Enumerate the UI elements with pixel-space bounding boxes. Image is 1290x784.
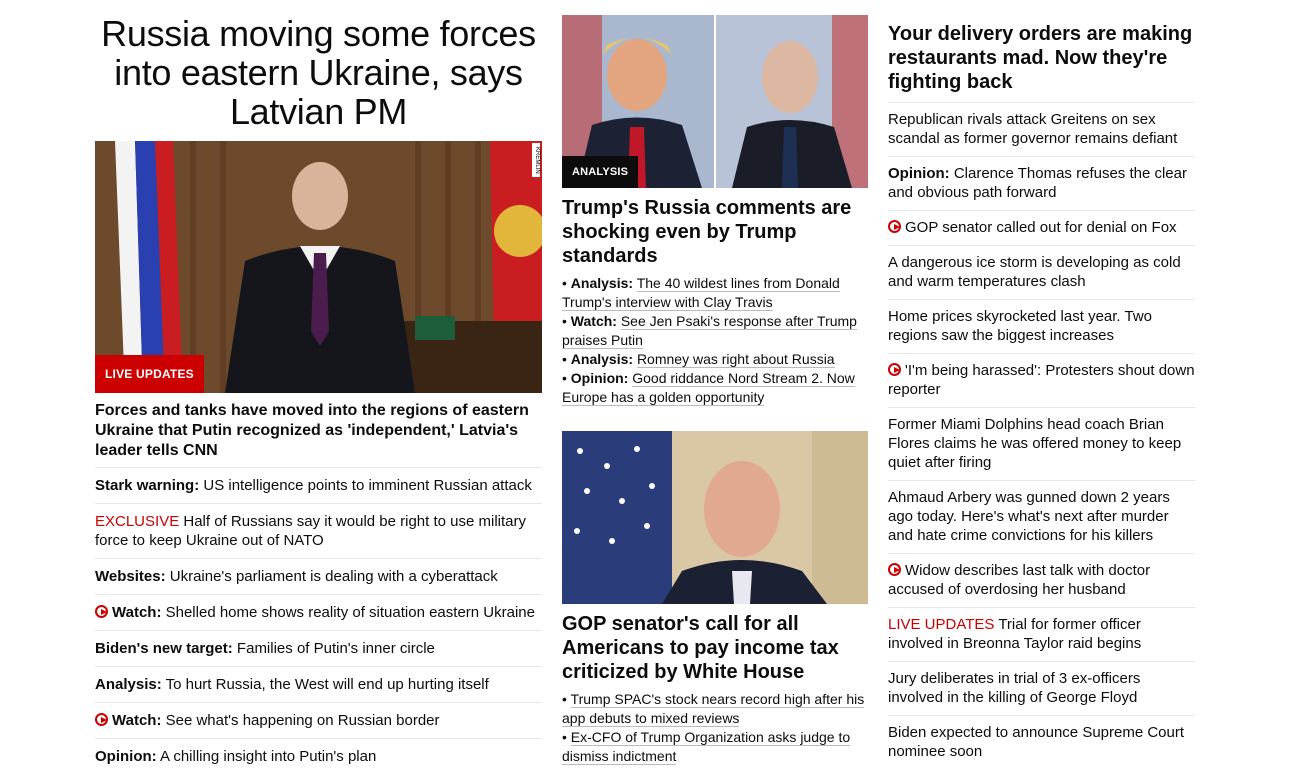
item-label: Watch: [112,712,162,729]
list-item[interactable]: • Analysis: Romney was right about Russi… [562,350,868,369]
item-text: A dangerous ice storm is developing as c… [888,254,1181,290]
item-text: Ex-CFO of Trump Organization asks judge … [562,729,851,765]
list-item[interactable]: • Ex-CFO of Trump Organization asks judg… [562,728,868,766]
headlines-list: Republican rivals attack Greitens on sex… [888,102,1195,769]
item-text: Ukraine's parliament is dealing with a c… [165,568,498,585]
list-item[interactable]: A dangerous ice storm is developing as c… [888,245,1195,299]
item-text: 'I'm being harassed': Protesters shout d… [888,362,1195,398]
item-label: Opinion: [888,165,950,182]
item-text: US intelligence points to imminent Russi… [199,477,532,494]
item-text: Families of Putin's inner circle [232,640,435,657]
trump-putin-image[interactable]: ANALYSIS [562,15,868,188]
senator-photo [562,431,868,604]
list-item[interactable]: • Analysis: The 40 wildest lines from Do… [562,274,868,312]
item-text: Shelled home shows reality of situation … [161,604,535,621]
list-item[interactable]: Former Miami Dolphins head coach Brian F… [888,407,1195,480]
live-updates-badge: LIVE UPDATES [95,355,204,393]
list-item[interactable]: GOP senator called out for denial on Fox [888,210,1195,245]
senator-related-list: • Trump SPAC's stock nears record high a… [562,690,868,766]
play-video-icon [888,563,901,576]
item-label: Stark warning: [95,477,200,494]
list-item[interactable]: Biden expected to announce Supreme Court… [888,715,1195,769]
item-label: Websites: [95,568,166,585]
lead-image[interactable]: KREMLIN LIVE UPDATES [95,141,542,393]
play-video-icon [888,220,901,233]
item-text: A chilling insight into Putin's plan [156,748,377,765]
item-label: Watch: [570,313,617,329]
item-label: Opinion: [95,748,157,765]
list-item[interactable]: Ahmaud Arbery was gunned down 2 years ag… [888,480,1195,553]
list-item[interactable]: EXCLUSIVE Half of Russians say it would … [95,503,542,558]
middle-column: ANALYSIS Trump's Russia comments are sho… [562,0,868,766]
gop-senator-headline[interactable]: GOP senator's call for all Americans to … [562,612,868,684]
item-text: See what's happening on Russian border [161,712,440,729]
list-item[interactable]: Watch: See what's happening on Russian b… [95,702,542,738]
list-item[interactable]: Biden's new target: Families of Putin's … [95,630,542,666]
list-item[interactable]: Home prices skyrocketed last year. Two r… [888,299,1195,353]
item-text: Jury deliberates in trial of 3 ex-office… [888,670,1141,706]
lead-description[interactable]: Forces and tanks have moved into the reg… [95,401,542,461]
senator-image[interactable] [562,431,868,604]
exclusive-label: EXCLUSIVE [95,513,180,530]
list-item[interactable]: Opinion: Clarence Thomas refuses the cle… [888,156,1195,210]
delivery-orders-headline[interactable]: Your delivery orders are making restaura… [888,22,1195,94]
play-video-icon [95,605,108,618]
right-column: Your delivery orders are making restaura… [888,0,1195,769]
list-item[interactable]: Analysis: To hurt Russia, the West will … [95,666,542,702]
list-item[interactable]: Watch: Shelled home shows reality of sit… [95,594,542,630]
list-item[interactable]: LIVE UPDATES Trial for former officer in… [888,607,1195,661]
analysis-badge: ANALYSIS [562,156,639,188]
item-text: Home prices skyrocketed last year. Two r… [888,308,1152,344]
item-text: Widow describes last talk with doctor ac… [888,562,1151,598]
live-updates-label: LIVE UPDATES [888,616,995,633]
item-text: To hurt Russia, the West will end up hur… [161,676,489,693]
list-item[interactable]: Stark warning: US intelligence points to… [95,467,542,503]
list-item[interactable]: Opinion: A chilling insight into Putin's… [95,738,542,774]
item-label: Opinion: [570,370,629,386]
list-item[interactable]: 'I'm being harassed': Protesters shout d… [888,353,1195,407]
trump-related-list: • Analysis: The 40 wildest lines from Do… [562,274,868,407]
play-video-icon [888,363,901,376]
item-text: Ahmaud Arbery was gunned down 2 years ag… [888,489,1170,544]
item-label: Analysis: [95,676,162,693]
item-label: Watch: [112,604,162,621]
list-item[interactable]: • Trump SPAC's stock nears record high a… [562,690,868,728]
item-text: GOP senator called out for denial on Fox [905,219,1177,236]
item-label: Analysis: [570,351,634,367]
item-text: Biden expected to announce Supreme Court… [888,724,1185,760]
list-item[interactable]: Websites: Ukraine's parliament is dealin… [95,558,542,594]
list-item[interactable]: Republican rivals attack Greitens on sex… [888,102,1195,156]
trump-russia-headline[interactable]: Trump's Russia comments are shocking eve… [562,196,868,268]
item-text: Romney was right about Russia [636,351,835,368]
item-text: Republican rivals attack Greitens on sex… [888,111,1178,147]
item-label: Biden's new target: [95,640,233,657]
lead-related-list: Stark warning: US intelligence points to… [95,467,542,774]
item-text: Trump SPAC's stock nears record high aft… [562,691,865,727]
list-item[interactable]: Jury deliberates in trial of 3 ex-office… [888,661,1195,715]
lead-headline[interactable]: Russia moving some forces into eastern U… [95,14,542,131]
item-label: Analysis: [570,275,634,291]
play-video-icon [95,713,108,726]
image-credit: KREMLIN [532,143,540,177]
list-item[interactable]: • Opinion: Good riddance Nord Stream 2. … [562,369,868,407]
item-text: Former Miami Dolphins head coach Brian F… [888,416,1182,471]
lead-column: Russia moving some forces into eastern U… [95,0,542,774]
list-item[interactable]: • Watch: See Jen Psaki's response after … [562,312,868,350]
list-item[interactable]: Widow describes last talk with doctor ac… [888,553,1195,607]
